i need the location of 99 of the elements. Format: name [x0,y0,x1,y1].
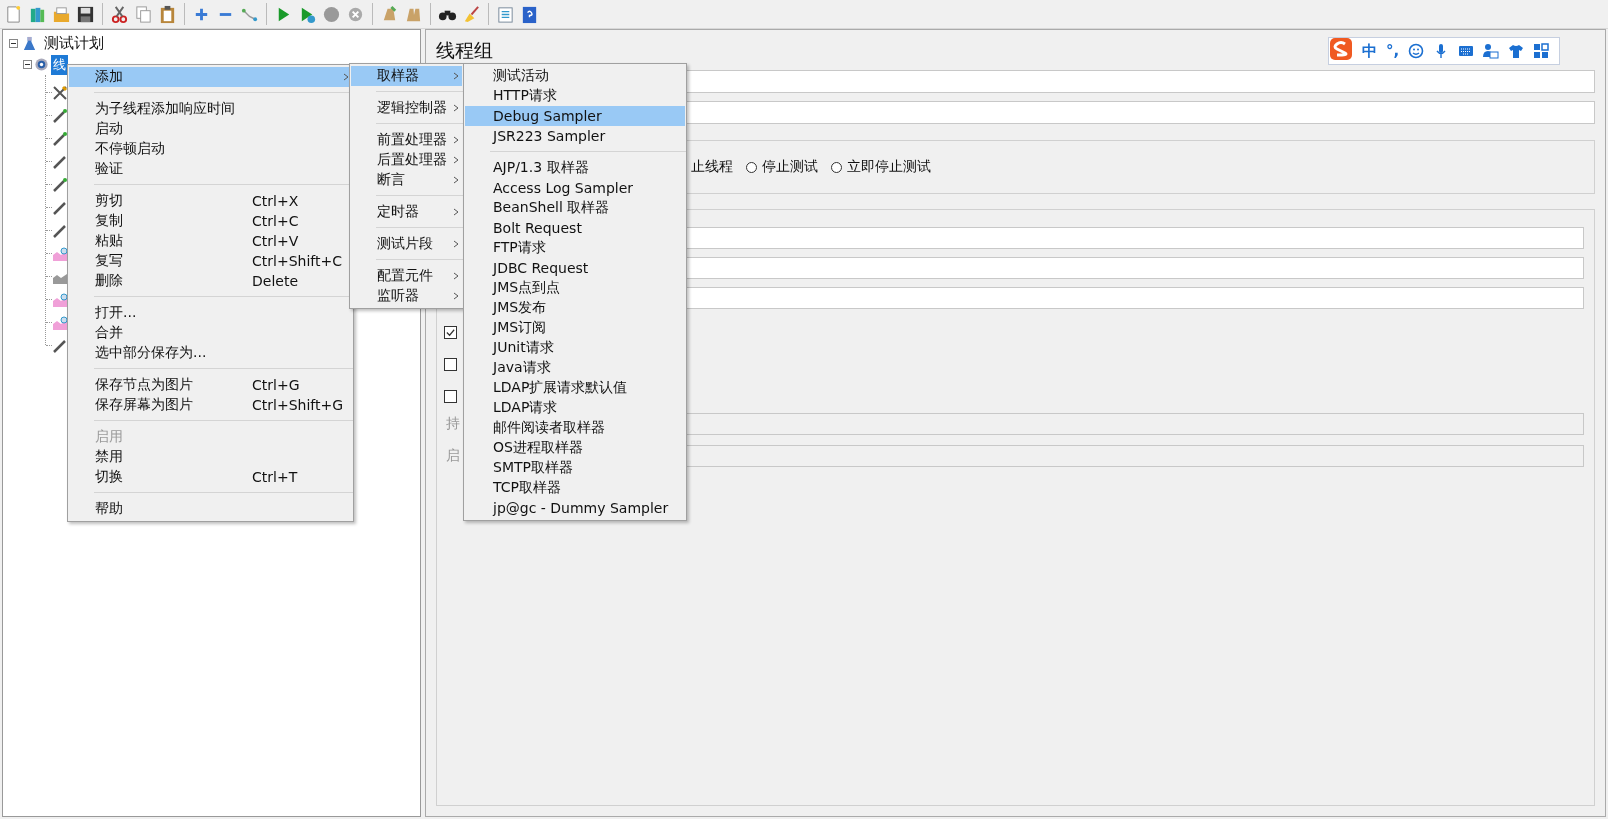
clipboard-icon[interactable] [158,4,177,24]
radio-label: 止线程 [691,158,733,176]
gear-icon [34,57,49,72]
menu-item[interactable]: OS进程取样器 [465,438,685,458]
menu-item[interactable]: 取样器 [351,66,462,86]
help-icon[interactable] [520,4,539,24]
folder-icon[interactable] [52,4,71,24]
flask-icon [22,36,37,51]
chart-icon[interactable] [52,314,68,331]
menu-item[interactable]: LDAP扩展请求默认值 [465,378,685,398]
ime-mode[interactable]: 中 [1362,41,1377,61]
radio-button[interactable] [746,161,757,173]
shirt-icon[interactable] [1508,43,1525,59]
scissors-icon[interactable] [110,4,129,24]
shortcut-label: Delete [252,273,298,289]
radio-label: 停止测试 [762,158,818,176]
menu-item[interactable]: 逻辑控制器 [351,98,462,118]
menu-item[interactable]: Debug Sampler [465,106,685,126]
person-card-icon[interactable] [1483,43,1500,59]
pencil-icon[interactable] [52,337,68,354]
keyboard-icon[interactable] [1458,43,1475,59]
broom-icon[interactable] [462,4,481,24]
menu-item[interactable]: JUnit请求 [465,338,685,358]
shortcut-label: Ctrl+Shift+C [252,253,342,269]
menu-item[interactable]: JSR223 Sampler [465,126,685,146]
shortcut-label: Ctrl+X [252,193,299,209]
menu-item[interactable]: 禁用 [69,447,352,467]
radio-label: 立即停止测试 [847,158,931,176]
shortcut-label: Ctrl+V [252,233,299,249]
menu-item[interactable]: SMTP取样器 [465,458,685,478]
menu-item[interactable]: 复制 Ctrl+C [69,211,352,231]
ime-punctuation[interactable]: °, [1386,42,1400,60]
menu-item[interactable]: 断言 [351,170,462,190]
menu-item[interactable]: 切换 Ctrl+T [69,467,352,487]
panel-title: 线程组 [436,38,493,63]
menu-item[interactable]: JMS点到点 [465,278,685,298]
menu-item[interactable]: 保存节点为图片 Ctrl+G [69,375,352,395]
menu-item[interactable]: 合并 [69,323,352,343]
field-label: 启 [446,447,461,465]
shortcut-label: Ctrl+G [252,377,300,393]
menu-item[interactable]: 删除 Delete [69,271,352,291]
pencil-icon[interactable] [52,153,68,170]
smiley-icon[interactable] [1408,43,1425,59]
collapse-icon[interactable] [9,39,18,48]
menu-item[interactable]: 帮助 [69,499,352,519]
list-icon[interactable] [496,4,515,24]
stop-icon[interactable] [322,4,341,24]
menu-item[interactable]: 定时器 [351,202,462,222]
menu-item[interactable]: FTP请求 [465,238,685,258]
menu-item[interactable]: 剪切 Ctrl+X [69,191,352,211]
tree-item[interactable]: 线 [51,54,68,75]
menu-item[interactable]: 后置处理器 [351,150,462,170]
menu-item[interactable]: TCP取样器 [465,478,685,498]
menu-item[interactable]: 粘贴 Ctrl+V [69,231,352,251]
grid-icon[interactable] [1533,43,1550,59]
pencil-icon[interactable] [52,130,68,147]
menu-item[interactable]: 保存屏幕为图片 Ctrl+Shift+G [69,395,352,415]
menu-item[interactable]: JDBC Request [465,258,685,278]
menu-item[interactable]: JMS发布 [465,298,685,318]
wrench-icon[interactable] [52,84,68,101]
menu-item[interactable]: 为子线程添加响应时间 [69,99,352,119]
checkbox[interactable] [444,358,457,371]
menu-item[interactable]: 添加 [69,67,352,87]
menu-item[interactable]: 测试片段 [351,234,462,254]
menu-item[interactable]: Bolt Request [465,218,685,238]
menu-item[interactable]: HTTP请求 [465,86,685,106]
menu-item[interactable]: 选中部分保存为... [69,343,352,363]
menu-item[interactable]: LDAP请求 [465,398,685,418]
menu-item[interactable]: 前置处理器 [351,130,462,150]
radio-button[interactable] [831,161,842,173]
shortcut-label: Ctrl+C [252,213,299,229]
chart-icon[interactable] [52,245,68,262]
menu-item[interactable]: 启动 [69,119,352,139]
menu-item[interactable]: 邮件阅读者取样器 [465,418,685,438]
chart-icon[interactable] [52,291,68,308]
menu-item[interactable]: 复写 Ctrl+Shift+C [69,251,352,271]
menu-item[interactable]: 打开... [69,303,352,323]
checkbox[interactable] [444,326,457,339]
pencil-icon[interactable] [52,222,68,239]
tree-item[interactable]: 测试计划 [41,33,107,54]
menu-item[interactable]: BeanShell 取样器 [465,198,685,218]
menu-item[interactable]: 测试活动 [465,66,685,86]
menu-item[interactable]: 不停顿启动 [69,139,352,159]
pencil-icon[interactable] [52,199,68,216]
shortcut-label: Ctrl+T [252,469,298,485]
collapse-icon[interactable] [23,60,32,69]
menu-item[interactable]: Access Log Sampler [465,178,685,198]
menu-item[interactable]: JMS订阅 [465,318,685,338]
menu-item[interactable]: Java请求 [465,358,685,378]
checkbox[interactable] [444,390,457,403]
field-label: 持 [446,415,461,433]
menu-item[interactable]: AJP/1.3 取样器 [465,158,685,178]
shortcut-label: Ctrl+Shift+G [252,397,344,413]
menu-item[interactable]: 验证 [69,159,352,179]
menu-item[interactable]: 配置元件 [351,266,462,286]
pencil-icon[interactable] [52,176,68,193]
menu-item[interactable]: 监听器 [351,286,462,306]
pencil-icon[interactable] [52,107,68,124]
menu-item[interactable]: jp@gc - Dummy Sampler [465,498,685,518]
